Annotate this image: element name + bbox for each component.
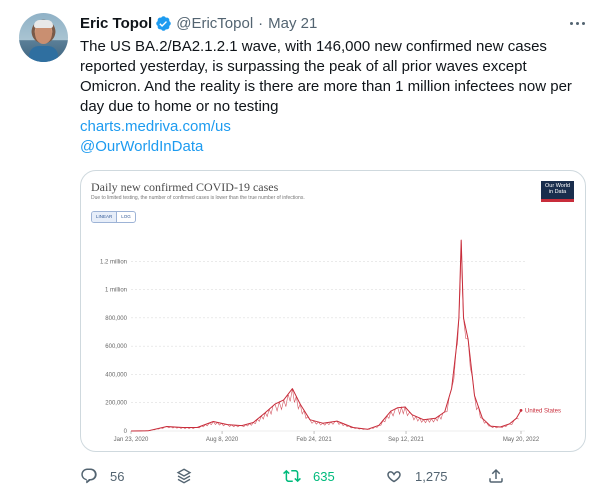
y-tick-label: 1 million bbox=[105, 288, 127, 294]
tweet-header: Eric Topol @EricTopol · May 21 bbox=[80, 13, 317, 33]
x-tick-label: Jan 23, 2020 bbox=[114, 437, 149, 443]
series-line-united-states bbox=[130, 239, 522, 432]
y-tick-label: 0 bbox=[124, 429, 128, 435]
author-handle[interactable]: @EricTopol bbox=[176, 15, 253, 32]
y-tick-label: 200,000 bbox=[105, 401, 127, 407]
chart-title: Daily new confirmed COVID-19 cases bbox=[91, 180, 279, 194]
heart-icon bbox=[387, 471, 401, 483]
author-name[interactable]: Eric Topol bbox=[80, 15, 152, 32]
series-label-united-states: United States bbox=[525, 408, 561, 414]
linear-toggle: LINEAR bbox=[92, 212, 118, 222]
covid-cases-chart: 0 200,000 400,000 600,000 800,000 1 million 1.… bbox=[100, 239, 561, 443]
stack-button[interactable] bbox=[175, 466, 193, 486]
x-tick-label: Aug 8, 2020 bbox=[206, 437, 239, 443]
avatar[interactable] bbox=[19, 13, 68, 62]
tweet-body: The US BA.2/BA2.1.2.1 wave, with 146,000… bbox=[80, 37, 580, 157]
scale-toggle: LINEAR LOG bbox=[91, 211, 136, 223]
chart-subtitle: Due to limited testing, the number of co… bbox=[91, 195, 305, 201]
share-icon bbox=[489, 468, 503, 483]
share-button[interactable] bbox=[487, 466, 505, 486]
y-tick-label: 600,000 bbox=[105, 344, 127, 350]
reply-count: 56 bbox=[110, 468, 125, 484]
log-toggle: LOG bbox=[121, 214, 131, 219]
owid-logo: Our World in Data bbox=[541, 181, 574, 202]
y-tick-label: 1.2 million bbox=[100, 259, 127, 265]
tweet-text: The US BA.2/BA2.1.2.1 wave, with 146,000… bbox=[80, 38, 572, 115]
retweet-icon bbox=[283, 469, 301, 483]
x-tick-label: Feb 24, 2021 bbox=[296, 437, 332, 443]
reply-bubble-icon bbox=[81, 468, 97, 484]
chart-image-card[interactable]: 0 200,000 400,000 600,000 800,000 1 million 1.… bbox=[80, 170, 586, 452]
like-count: 1,275 bbox=[415, 468, 448, 484]
series-end-point bbox=[519, 408, 523, 412]
series-texture bbox=[131, 240, 519, 432]
tweet-date[interactable]: May 21 bbox=[268, 15, 317, 32]
x-tick-label: May 20, 2022 bbox=[503, 437, 540, 443]
retweet-count: 635 bbox=[313, 468, 335, 484]
y-tick-label: 400,000 bbox=[105, 372, 127, 378]
tweet[interactable]: Eric Topol @EricTopol · May 21 The US BA… bbox=[0, 0, 608, 492]
tweet-link-charts[interactable]: charts.medriva.com/us bbox=[80, 117, 580, 137]
like-button[interactable]: 1,275 bbox=[385, 466, 448, 486]
x-tick-label: Sep 12, 2021 bbox=[388, 437, 424, 443]
retweet-button[interactable]: 635 bbox=[283, 466, 335, 486]
tweet-mention-owid[interactable]: @OurWorldInData bbox=[80, 137, 580, 157]
tweet-actions: 56 635 1,275 bbox=[80, 466, 584, 486]
stack-icon bbox=[176, 468, 192, 484]
separator-dot: · bbox=[258, 14, 264, 32]
y-tick-label: 800,000 bbox=[105, 316, 127, 322]
reply-button[interactable]: 56 bbox=[80, 466, 124, 486]
more-horizontal-icon[interactable] bbox=[566, 14, 588, 32]
verified-badge-icon bbox=[155, 15, 172, 32]
